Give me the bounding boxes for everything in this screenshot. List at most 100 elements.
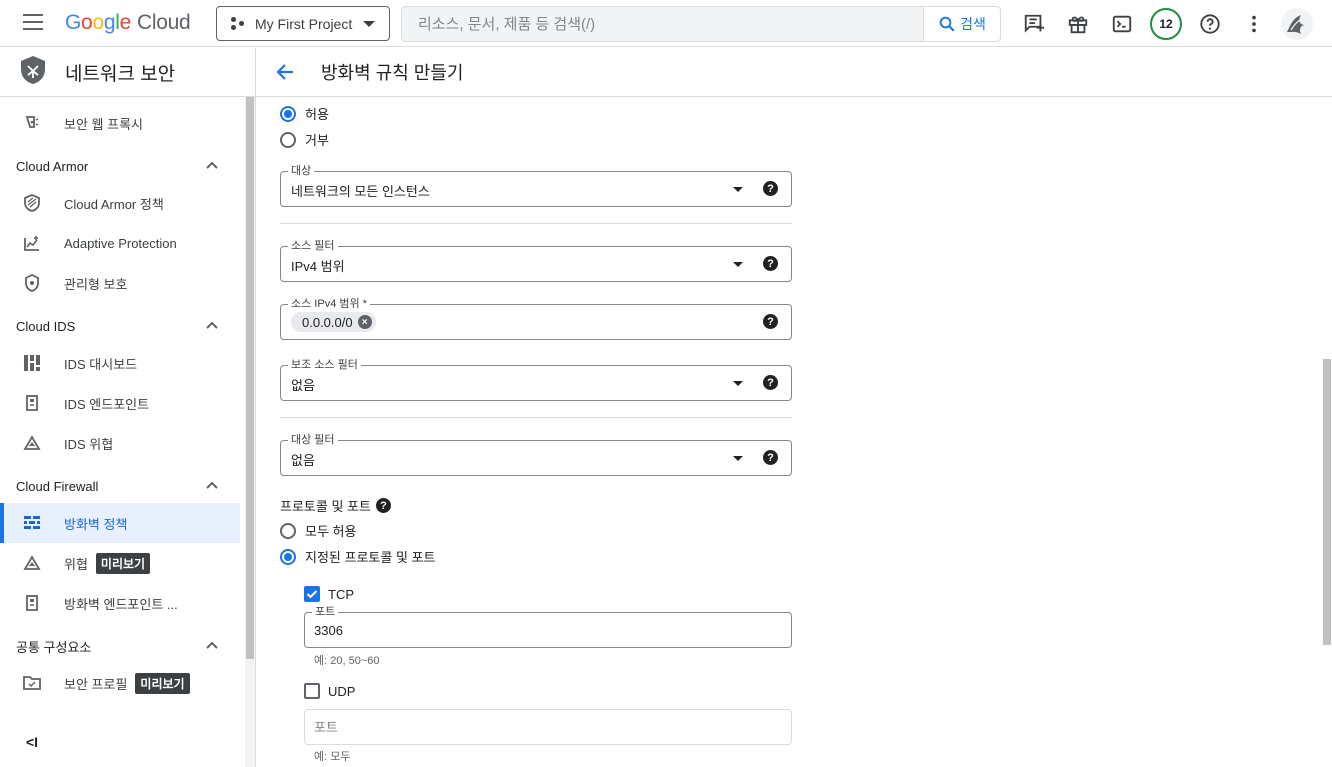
field-label: 대상 xyxy=(288,164,315,178)
sidebar-item-secure-web-proxy[interactable]: 보안 웹 프록시 xyxy=(0,103,240,143)
field-label: 소스 필터 xyxy=(288,239,338,253)
section-cloud-ids[interactable]: Cloud IDS xyxy=(0,306,240,346)
radio-allow[interactable]: 허용 xyxy=(280,104,329,123)
udp-checkbox[interactable] xyxy=(304,683,320,699)
radio-specified-protocols[interactable]: 지정된 프로토콜 및 포트 xyxy=(280,547,435,566)
tcp-ports-input[interactable] xyxy=(305,613,791,647)
chevron-up-icon xyxy=(206,481,218,489)
scrollbar-thumb[interactable] xyxy=(1323,359,1331,645)
sidebar-item-threats[interactable]: 위협 미리보기 xyxy=(0,543,240,583)
search-bar: 검색 xyxy=(401,6,1001,42)
chevron-down-icon xyxy=(363,21,375,27)
dashboard-icon xyxy=(22,353,42,373)
collapse-sidebar-button[interactable]: <I xyxy=(26,734,46,750)
sidebar: 네트워크 보안 보안 웹 프록시 Cloud Armor Cloud Armor… xyxy=(0,48,256,767)
search-icon xyxy=(939,16,955,32)
scrollbar-thumb[interactable] xyxy=(246,97,254,659)
ip-range-chip: 0.0.0.0/0 × xyxy=(291,312,376,332)
sidebar-item-label: 관리형 보호 xyxy=(64,276,128,292)
page-header: 방화벽 규칙 만들기 xyxy=(256,48,1332,97)
firewall-icon xyxy=(22,513,42,533)
radio-label: 지정된 프로토콜 및 포트 xyxy=(305,550,436,565)
menu-icon[interactable] xyxy=(23,14,45,32)
destination-filter-select[interactable]: 대상 필터 없음 ? xyxy=(280,433,792,476)
help-icon[interactable]: ? xyxy=(375,498,391,513)
check-icon xyxy=(306,590,318,599)
radio-allow-all[interactable]: 모두 허용 xyxy=(280,521,356,540)
secondary-source-filter-select[interactable]: 보조 소스 필터 없음 ? xyxy=(280,358,792,401)
radio-deny[interactable]: 거부 xyxy=(280,130,329,149)
sidebar-item-ids-dashboard[interactable]: IDS 대시보드 xyxy=(0,343,240,383)
help-icon[interactable]: ? xyxy=(763,181,778,196)
google-cloud-logo[interactable]: Google Cloud xyxy=(65,11,191,35)
dropdown-arrow-icon xyxy=(733,456,743,461)
tcp-ports-field: 포트 xyxy=(304,605,792,648)
protocols-ports-heading: 프로토콜 및 포트 ? xyxy=(280,496,391,515)
terminal-icon[interactable] xyxy=(1110,12,1134,36)
section-cloud-armor[interactable]: Cloud Armor xyxy=(0,146,240,186)
main-scrollbar[interactable] xyxy=(1321,97,1332,767)
security-profile-icon xyxy=(22,673,42,693)
sidebar-item-ids-endpoint[interactable]: IDS 엔드포인트 xyxy=(0,383,240,423)
sidebar-item-security-profile[interactable]: 보안 프로필 미리보기 xyxy=(0,663,240,703)
sidebar-item-label: 위협 xyxy=(64,556,88,572)
radio-button[interactable] xyxy=(280,131,296,148)
dropdown-arrow-icon xyxy=(733,187,743,192)
notes-icon[interactable] xyxy=(1022,12,1046,36)
logo-letter: G xyxy=(65,11,82,34)
tcp-ports-hint: 예: 20, 50~60 xyxy=(314,655,380,667)
threat-icon xyxy=(22,553,42,573)
checkbox-label: TCP xyxy=(328,586,354,602)
udp-checkbox-row[interactable]: UDP xyxy=(304,683,355,699)
radio-button-selected[interactable] xyxy=(280,105,296,122)
source-ipv4-ranges-input[interactable]: 소스 IPv4 범위 * 0.0.0.0/0 × ? xyxy=(280,297,792,340)
notification-count-badge[interactable]: 12 xyxy=(1150,8,1182,40)
sidebar-item-label: IDS 엔드포인트 xyxy=(64,396,150,412)
search-input[interactable] xyxy=(402,7,923,41)
search-button-label: 검색 xyxy=(960,16,986,32)
back-arrow-icon[interactable] xyxy=(274,61,296,83)
sidebar-item-label: 보안 프로필 xyxy=(64,676,128,692)
more-vert-icon[interactable] xyxy=(1242,12,1266,36)
sidebar-scrollbar[interactable] xyxy=(245,97,255,767)
chip-remove-icon[interactable]: × xyxy=(357,315,372,329)
dropdown-arrow-icon xyxy=(733,262,743,267)
sidebar-header: 네트워크 보안 xyxy=(0,48,255,97)
avatar[interactable] xyxy=(1281,8,1313,40)
tcp-checkbox[interactable] xyxy=(304,586,320,602)
help-icon[interactable]: ? xyxy=(763,256,778,271)
project-picker-button[interactable]: My First Project xyxy=(216,6,390,41)
source-filter-select[interactable]: 소스 필터 IPv4 범위 ? xyxy=(280,239,792,282)
radio-label: 모두 허용 xyxy=(305,524,357,539)
top-bar: GoogleCloud My First Project 검색 12 xyxy=(0,0,1332,47)
sidebar-item-cloud-armor-policy[interactable]: Cloud Armor 정책 xyxy=(0,183,240,223)
radio-button-selected[interactable] xyxy=(280,548,296,565)
sidebar-item-label: Cloud Armor 정책 xyxy=(64,196,164,212)
udp-ports-field xyxy=(304,709,792,745)
gift-icon[interactable] xyxy=(1066,12,1090,36)
udp-ports-hint: 예: 모두 xyxy=(314,751,351,763)
field-value: 네트워크의 모든 인스턴스 xyxy=(291,184,430,199)
help-icon[interactable]: ? xyxy=(763,375,778,390)
sidebar-item-ids-threats[interactable]: IDS 위협 xyxy=(0,423,240,463)
endpoint-icon xyxy=(22,593,42,613)
help-icon[interactable]: ? xyxy=(763,450,778,465)
tcp-checkbox-row[interactable]: TCP xyxy=(304,586,354,602)
section-common-components[interactable]: 공통 구성요소 xyxy=(0,626,240,666)
field-value: 없음 xyxy=(291,453,315,468)
search-button[interactable]: 검색 xyxy=(923,7,1000,41)
udp-ports-input[interactable] xyxy=(305,710,791,744)
targets-select[interactable]: 대상 네트워크의 모든 인스턴스 ? xyxy=(280,164,792,207)
divider xyxy=(280,223,792,224)
field-value: 없음 xyxy=(291,378,315,393)
help-icon[interactable] xyxy=(1198,12,1222,36)
sidebar-item-firewall-policy[interactable]: 방화벽 정책 xyxy=(0,503,240,543)
dropdown-arrow-icon xyxy=(733,381,743,386)
help-icon[interactable]: ? xyxy=(763,314,778,329)
sidebar-item-adaptive-protection[interactable]: Adaptive Protection xyxy=(0,223,240,263)
section-cloud-firewall[interactable]: Cloud Firewall xyxy=(0,466,240,506)
sidebar-item-firewall-endpoint[interactable]: 방화벽 엔드포인트 ... xyxy=(0,583,240,623)
radio-button[interactable] xyxy=(280,522,296,539)
sidebar-item-managed-protection[interactable]: 관리형 보호 xyxy=(0,263,240,303)
adaptive-protection-icon xyxy=(22,233,42,253)
